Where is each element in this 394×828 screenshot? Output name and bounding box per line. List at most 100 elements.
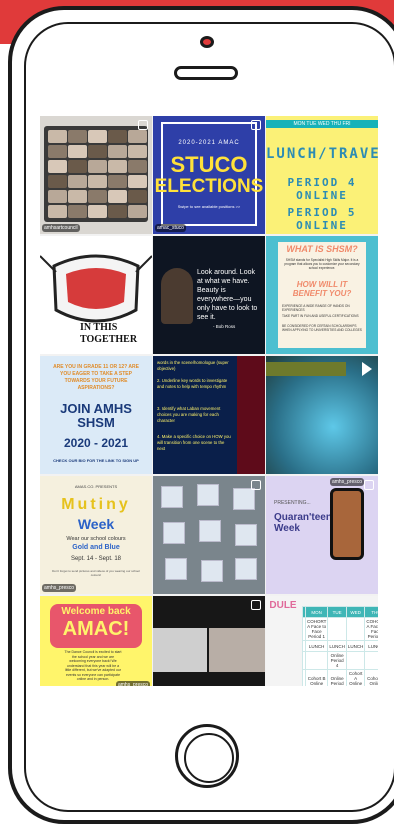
post-author-tag: amhs_presco xyxy=(42,584,77,592)
video-left xyxy=(153,628,207,672)
poster-title-line1: STUCO xyxy=(170,152,248,177)
feed-post-6[interactable]: WHAT IS SHSM? SHSM stands for Specialist… xyxy=(266,236,378,354)
feed-post-14[interactable] xyxy=(153,596,265,686)
event-dates: Sept. 14 - Sept. 18 xyxy=(70,556,122,562)
post-author-tag: amhsartcouncil xyxy=(42,224,80,232)
step-1: words in the scene/homologue (super obje… xyxy=(157,360,229,371)
portrait-figure xyxy=(161,268,193,324)
note-card xyxy=(197,484,219,506)
event-title-1: Mutiny xyxy=(61,496,131,513)
post-caption-line1: IN THIS xyxy=(80,322,118,333)
note-card xyxy=(201,560,223,582)
feed-post-7[interactable]: ARE YOU IN GRADE 11 OR 12? ARE YOU EAGER… xyxy=(40,356,152,474)
phone-illustration xyxy=(330,488,364,560)
schedule-header-cell: MON xyxy=(304,606,329,618)
event-heading: Quaran'teen' Week xyxy=(274,512,335,534)
video-right xyxy=(209,628,265,672)
feed-post-15[interactable]: DULE MONTUEWEDTHUCOHORT A Face to Face P… xyxy=(266,596,378,686)
participant-tile xyxy=(108,145,127,158)
feed-post-11[interactable] xyxy=(153,476,265,594)
poster-year: 2020-2021 AMAC xyxy=(178,140,240,146)
event-title-2: Week xyxy=(77,516,115,532)
feed-post-12[interactable]: PRESENTING... Quaran'teen' Week amhs_pre… xyxy=(266,476,378,594)
feed-post-1[interactable]: amhsartcouncil xyxy=(40,116,152,234)
schedule-cell: LUNCH xyxy=(327,640,347,652)
weekday-labels: MON TUE WED THU FRI xyxy=(293,121,351,127)
event-instruction: Wear our school colours xyxy=(66,536,126,542)
instagram-feed-grid: amhsartcouncil 2020-2021 AMAC STUCO ELEC… xyxy=(40,116,378,686)
participant-tile xyxy=(128,145,147,158)
schedule-cell xyxy=(364,651,378,670)
carousel-icon xyxy=(138,120,148,130)
participant-tile xyxy=(68,205,87,218)
info-heading: WHAT IS SHSM? xyxy=(286,244,358,254)
schedule-cell: Online Period 4 xyxy=(327,651,347,670)
step-4: 4. Make a specific choice on HOW you wil… xyxy=(157,434,231,451)
participant-tile xyxy=(88,145,107,158)
post-caption-line2: TOGETHER xyxy=(80,334,138,345)
carousel-icon xyxy=(251,600,261,610)
step-2: 2. Underline key words to investigate an… xyxy=(157,378,228,389)
feed-post-13[interactable]: Welcome back AMAC! The Dance Council is … xyxy=(40,596,152,686)
participant-tile xyxy=(88,160,107,173)
feed-post-5[interactable]: Look around. Look at what we have. Beaut… xyxy=(153,236,265,354)
participant-tile xyxy=(88,175,107,188)
welcome-line-2: AMAC! xyxy=(62,618,130,640)
feed-post-4[interactable]: IN THIS TOGETHER xyxy=(40,236,152,354)
participant-tile xyxy=(68,190,87,203)
welcome-line-1: Welcome back xyxy=(61,606,131,617)
participant-tile xyxy=(68,145,87,158)
info-bullet-2: TAKE PART IN FUN AND USEFUL CERTIFICATIO… xyxy=(282,314,359,318)
participant-tile xyxy=(108,190,127,203)
info-subheading: HOW WILL IT BENEFIT YOU? xyxy=(292,280,352,298)
feed-post-3[interactable]: MON TUE WED THU FRI LUNCH/TRAVEL PERIOD … xyxy=(266,116,378,234)
schedule-header-cell: TUE xyxy=(327,606,347,618)
participant-tile xyxy=(128,175,147,188)
feed-post-8[interactable]: words in the scene/homologue (super obje… xyxy=(153,356,265,474)
schedule-cell: COHORT A Face to Face Period 1 xyxy=(364,617,378,641)
participant-tile xyxy=(88,190,107,203)
schedule-cell: COHORT A Face to Face Period 1 xyxy=(304,617,329,641)
recruit-question: ARE YOU IN GRADE 11 OR 12? ARE YOU EAGER… xyxy=(53,364,139,391)
schedule-cell xyxy=(327,617,347,641)
participant-tile xyxy=(108,130,127,143)
schedule-cell xyxy=(304,651,329,670)
feed-post-9[interactable] xyxy=(266,356,378,474)
speaker-icon xyxy=(174,66,238,80)
feed-post-2[interactable]: 2020-2021 AMAC STUCO ELECTIONS Swipe to … xyxy=(153,116,265,234)
quote-text: Look around. Look at what we have. Beaut… xyxy=(197,269,258,321)
note-card xyxy=(165,558,187,580)
info-bullet-1: EXPERIENCE A WIDE RANGE OF HANDS ON EXPE… xyxy=(282,304,350,312)
participant-tile xyxy=(88,205,107,218)
participant-tile xyxy=(48,205,67,218)
schedule-cell: Cohort B Online Period 1 xyxy=(304,669,329,686)
recruit-cta: CHECK OUR BIO FOR THE LINK TO SIGN UP xyxy=(53,458,139,463)
note-card xyxy=(233,488,255,510)
thumbnail-bar xyxy=(266,362,346,376)
schedule-header-cell: THU xyxy=(364,606,378,618)
schedule-title: DULE xyxy=(269,600,297,611)
participant-tile xyxy=(128,190,147,203)
participant-tile xyxy=(48,160,67,173)
info-bullet-3: BE CONSIDERED FOR CERTAIN SCHOLARSHIPS W… xyxy=(282,324,362,332)
post-author-tag: amhs_presco xyxy=(329,478,364,486)
presenter-line: AMAS.CO. PRESENTS xyxy=(74,484,118,489)
participant-tile xyxy=(128,205,147,218)
poster-subtitle: Swipe to see available positions >> xyxy=(177,204,241,209)
schedule-cell: Cohort B Online Period 1 xyxy=(364,669,378,686)
feed-post-10[interactable]: AMAS.CO. PRESENTS Mutiny Week Wear our s… xyxy=(40,476,152,594)
schedule-cell: LUNCH xyxy=(304,640,329,652)
participant-tile xyxy=(48,145,67,158)
schedule-cell xyxy=(345,617,366,641)
participant-tile xyxy=(88,130,107,143)
front-camera-icon xyxy=(200,36,214,48)
participant-tile xyxy=(48,130,67,143)
home-button[interactable] xyxy=(175,724,239,788)
recruit-heading: JOIN AMHS SHSM xyxy=(60,401,132,430)
schedule-cell: LUNCH xyxy=(364,640,378,652)
schedule-table: MONTUEWEDTHUCOHORT A Face to Face Period… xyxy=(302,606,378,686)
participant-tile xyxy=(68,175,87,188)
participant-tile xyxy=(108,160,127,173)
schedule-line-lunch: LUNCH/TRAVEL xyxy=(266,146,378,162)
post-author-tag: amhs_presco xyxy=(115,681,150,686)
